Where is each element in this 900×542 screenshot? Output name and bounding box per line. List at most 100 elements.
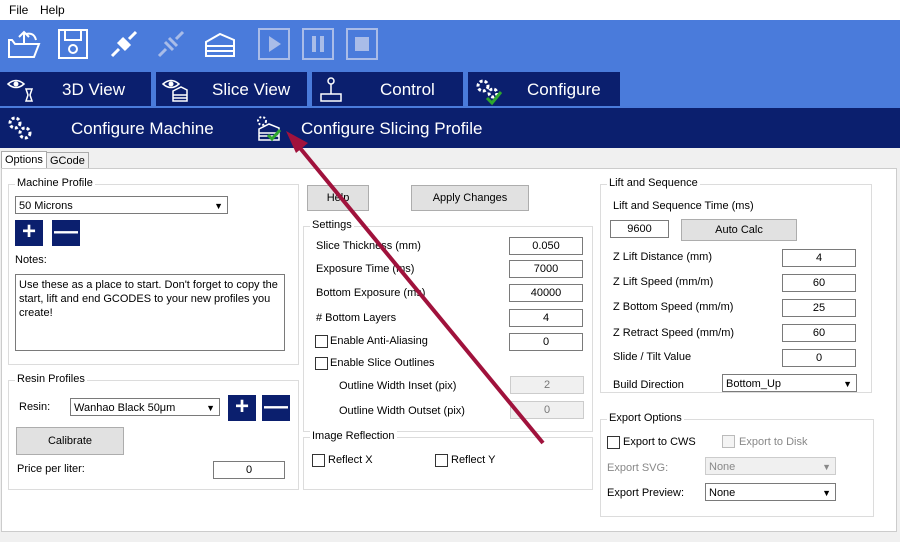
- gears-check-icon: [476, 79, 503, 106]
- tab-configure-label: Configure: [527, 80, 601, 99]
- z-retract-speed-label: Z Retract Speed (mm/m): [613, 327, 735, 339]
- image-reflection-title: Image Reflection: [310, 430, 397, 442]
- z-bottom-speed-input[interactable]: 25: [782, 299, 856, 317]
- eye-slice-icon: [161, 79, 188, 102]
- reflect-x-label: Reflect X: [328, 454, 373, 466]
- chevron-down-icon: ▼: [206, 403, 215, 413]
- export-cws-checkbox[interactable]: [607, 436, 620, 449]
- image-reflection-group: Image Reflection Reflect X Reflect Y: [303, 430, 593, 490]
- exposure-time-label: Exposure Time (ms): [316, 263, 415, 275]
- slice-icon[interactable]: [202, 26, 238, 62]
- menu-file[interactable]: File: [9, 3, 28, 17]
- reflect-x-checkbox[interactable]: [312, 454, 325, 467]
- export-svg-select[interactable]: None ▼: [705, 457, 836, 475]
- machine-profile-title: Machine Profile: [15, 177, 95, 189]
- help-button[interactable]: Help: [307, 185, 369, 211]
- bottom-layers-input[interactable]: 4: [509, 309, 583, 327]
- build-direction-select[interactable]: Bottom_Up ▼: [722, 374, 857, 392]
- configure-subbar: Configure Machine Configure Slicing Prof…: [0, 108, 900, 148]
- build-direction-label: Build Direction: [613, 379, 684, 391]
- menu-bar: File Help: [0, 0, 900, 21]
- chevron-down-icon: ▼: [214, 201, 223, 211]
- bottom-exposure-label: Bottom Exposure (ms): [316, 287, 426, 299]
- anti-aliasing-checkbox[interactable]: [315, 335, 328, 348]
- z-lift-speed-input[interactable]: 60: [782, 274, 856, 292]
- z-bottom-speed-label: Z Bottom Speed (mm/m): [613, 301, 734, 313]
- joystick-icon: [320, 77, 342, 102]
- remove-resin-profile-button[interactable]: —: [262, 395, 290, 421]
- lift-time-label: Lift and Sequence Time (ms): [613, 200, 754, 212]
- machine-profile-value: 50 Microns: [19, 200, 73, 212]
- bottom-exposure-input[interactable]: 40000: [509, 284, 583, 302]
- export-svg-value: None: [709, 461, 736, 473]
- tab-slice-view-label: Slice View: [212, 80, 291, 99]
- lift-sequence-title: Lift and Sequence: [607, 177, 700, 189]
- slice-thickness-label: Slice Thickness (mm): [316, 240, 421, 252]
- chevron-down-icon: ▼: [822, 462, 831, 472]
- open-folder-icon[interactable]: [6, 26, 42, 62]
- tab-gcode[interactable]: GCode: [46, 152, 89, 169]
- tab-options[interactable]: Options: [1, 151, 47, 169]
- apply-changes-button[interactable]: Apply Changes: [411, 185, 529, 211]
- z-lift-distance-input[interactable]: 4: [782, 249, 856, 267]
- reflect-y-checkbox[interactable]: [435, 454, 448, 467]
- options-panel: Machine Profile 50 Microns ▼ + — Notes: U…: [1, 168, 897, 532]
- price-per-liter-input[interactable]: 0: [213, 461, 285, 479]
- stop-icon[interactable]: [344, 26, 380, 62]
- anti-aliasing-input[interactable]: 0: [509, 333, 583, 351]
- chevron-down-icon: ▼: [822, 488, 831, 498]
- export-options-group: Export Options Export to CWS Export to D…: [600, 412, 874, 517]
- add-machine-profile-button[interactable]: +: [15, 220, 43, 246]
- bottom-layers-label: # Bottom Layers: [316, 312, 397, 324]
- exposure-time-input[interactable]: 7000: [509, 260, 583, 278]
- tab-3d-view-label: 3D View: [62, 80, 125, 99]
- export-preview-value: None: [709, 487, 736, 499]
- export-preview-select[interactable]: None ▼: [705, 483, 836, 501]
- z-retract-speed-input[interactable]: 60: [782, 324, 856, 342]
- tab-control-label: Control: [380, 80, 435, 99]
- calibrate-button[interactable]: Calibrate: [16, 427, 124, 455]
- subtab-configure-machine[interactable]: Configure Machine: [71, 119, 214, 139]
- add-resin-profile-button[interactable]: +: [228, 395, 256, 421]
- z-lift-distance-label: Z Lift Distance (mm): [613, 251, 713, 263]
- connect-icon[interactable]: [106, 26, 142, 62]
- play-icon[interactable]: [256, 26, 292, 62]
- outline-inset-label: Outline Width Inset (pix): [339, 380, 457, 392]
- export-svg-label: Export SVG:: [607, 462, 669, 474]
- settings-title: Settings: [310, 219, 354, 231]
- export-preview-label: Export Preview:: [607, 487, 685, 499]
- machine-profile-group: Machine Profile 50 Microns ▼ + — Notes: U…: [8, 177, 299, 365]
- price-per-liter-label: Price per liter:: [17, 463, 85, 475]
- subtab-configure-slicing-profile[interactable]: Configure Slicing Profile: [301, 119, 482, 139]
- outline-outset-input[interactable]: 0: [510, 401, 584, 419]
- resin-select[interactable]: Wanhao Black 50μm ▼: [70, 398, 220, 416]
- slice-profile-check-icon: [257, 116, 282, 142]
- auto-calc-button[interactable]: Auto Calc: [681, 219, 797, 241]
- tab-control[interactable]: Control: [312, 72, 463, 106]
- machine-profile-select[interactable]: 50 Microns ▼: [15, 196, 228, 214]
- chevron-down-icon: ▼: [843, 379, 852, 389]
- reflect-y-label: Reflect Y: [451, 454, 496, 466]
- slice-thickness-input[interactable]: 0.050: [509, 237, 583, 255]
- menu-help[interactable]: Help: [40, 3, 65, 17]
- gears-icon: [8, 116, 32, 140]
- slice-outlines-checkbox[interactable]: [315, 357, 328, 370]
- settings-group: Settings Slice Thickness (mm) 0.050 Expo…: [303, 219, 593, 432]
- disconnect-icon[interactable]: [153, 26, 189, 62]
- tab-3d-view[interactable]: 3D View: [0, 72, 151, 106]
- tab-slice-view[interactable]: Slice View: [156, 72, 307, 106]
- notes-textarea[interactable]: Use these as a place to start. Don't for…: [15, 274, 285, 351]
- outline-inset-input[interactable]: 2: [510, 376, 584, 394]
- lift-time-input[interactable]: 9600: [610, 220, 669, 238]
- outline-outset-label: Outline Width Outset (pix): [339, 405, 465, 417]
- export-disk-label: Export to Disk: [739, 436, 808, 448]
- pause-icon[interactable]: [300, 26, 336, 62]
- remove-machine-profile-button[interactable]: —: [52, 220, 80, 246]
- tab-configure[interactable]: Configure: [468, 72, 620, 106]
- resin-value: Wanhao Black 50μm: [74, 402, 176, 414]
- slide-tilt-label: Slide / Tilt Value: [613, 351, 692, 363]
- save-icon[interactable]: [55, 26, 91, 62]
- slide-tilt-input[interactable]: 0: [782, 349, 856, 367]
- export-disk-checkbox[interactable]: [722, 435, 735, 448]
- resin-profiles-group: Resin Profiles Resin: Wanhao Black 50μm ▼…: [8, 373, 299, 490]
